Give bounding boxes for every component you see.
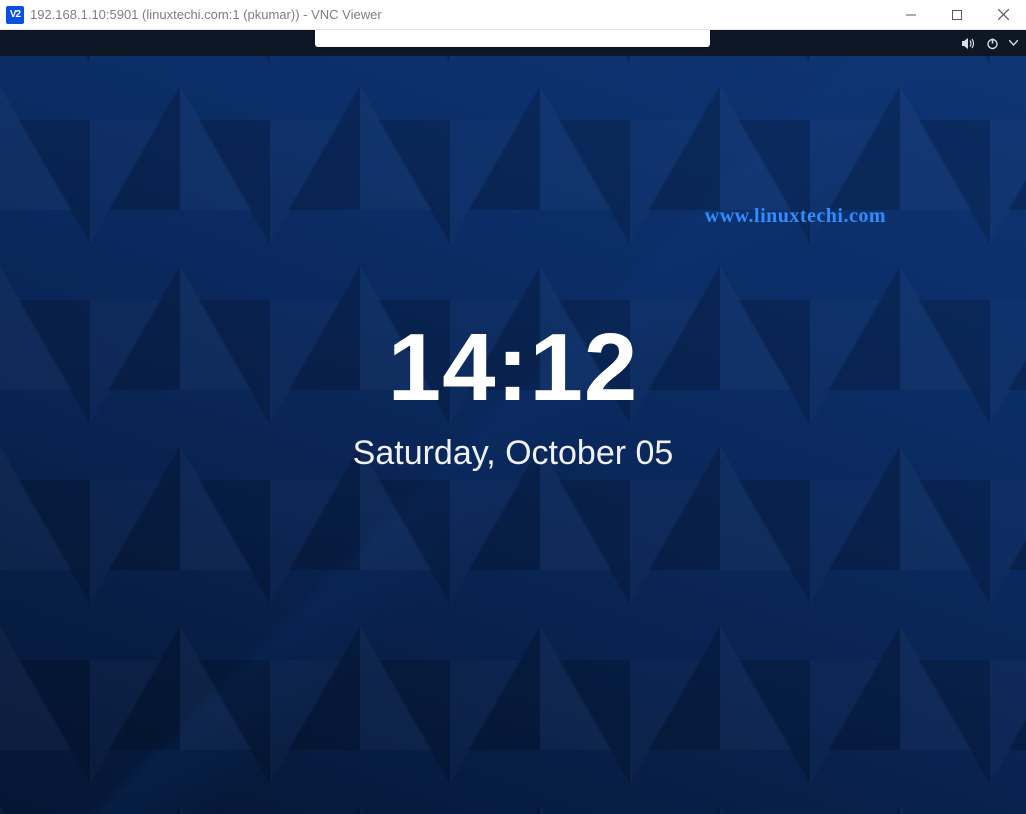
power-icon [986,37,999,50]
close-icon [998,9,1009,20]
close-button[interactable] [980,0,1026,29]
clock-time: 14:12 [0,320,1026,416]
window-title: 192.168.1.10:5901 (linuxtechi.com:1 (pku… [30,7,888,22]
maximize-button[interactable] [934,0,980,29]
window-titlebar: V2 192.168.1.10:5901 (linuxtechi.com:1 (… [0,0,1026,30]
vnc-connection-handle[interactable] [315,30,710,47]
vnc-app-icon: V2 [6,6,24,24]
chevron-down-icon [1009,40,1018,46]
window-controls [888,0,1026,29]
remote-desktop[interactable]: www.linuxtechi.com 14:12 Saturday, Octob… [0,30,1026,814]
volume-icon [961,37,976,50]
volume-tray-button[interactable] [961,30,976,56]
clock-date: Saturday, October 05 [0,434,1026,473]
lock-screen-clock: 14:12 Saturday, October 05 [0,320,1026,473]
minimize-icon [906,10,916,20]
gnome-top-panel [0,30,1026,56]
power-tray-button[interactable] [986,30,999,56]
maximize-icon [952,10,962,20]
vnc-app-icon-text: V2 [10,9,20,20]
minimize-button[interactable] [888,0,934,29]
watermark-text: www.linuxtechi.com [705,205,886,228]
panel-menu-button[interactable] [1009,30,1018,56]
